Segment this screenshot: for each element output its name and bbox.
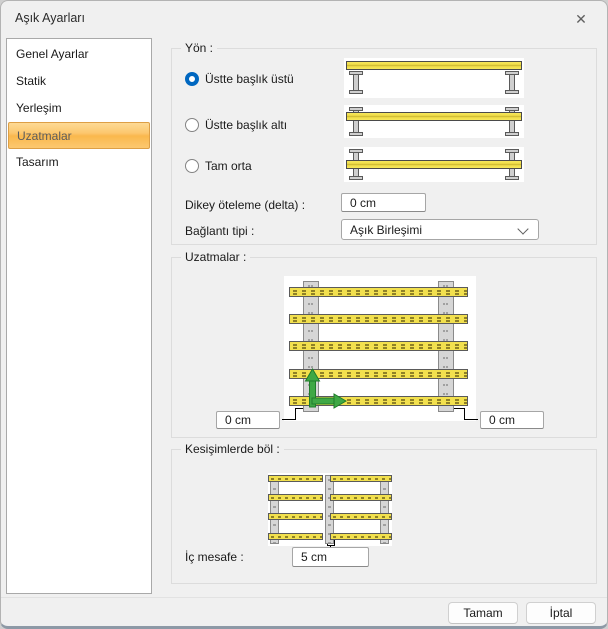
radio-ustte-baslik-alti[interactable]: Üstte başlık altı [185,117,287,133]
sidebar-item-tasarim[interactable]: Tasarım [7,149,151,176]
purlin-beam-icon [330,533,392,540]
title-bar: Aşık Ayarları ✕ [1,1,607,37]
radio-ustte-baslik-ustu[interactable]: Üstte başlık üstü [185,71,294,87]
radio-label: Üstte başlık altı [205,118,287,132]
ic-mesafe-label: İç mesafe : [185,550,244,564]
sidebar-item-statik[interactable]: Statik [7,68,151,95]
ok-button[interactable]: Tamam [448,602,518,624]
gap-marker-icon [327,545,335,546]
sidebar-item-uzatmalar[interactable]: Uzatmalar [8,122,150,149]
ibeam-icon [505,71,519,94]
illustration-top-flange-below [344,105,524,138]
ibeam-icon [349,71,363,94]
purlin-beam-icon [268,475,323,482]
radio-unselected-icon[interactable] [185,118,199,132]
illustration-top-flange-above [344,58,524,98]
extensions-illustration [284,276,476,421]
radio-unselected-icon[interactable] [185,159,199,173]
purlin-beam-icon [346,61,522,70]
chevron-down-icon [517,223,528,234]
sidebar-item-yerlesim[interactable]: Yerleşim [7,95,151,122]
close-icon[interactable]: ✕ [571,9,591,29]
radio-tam-orta[interactable]: Tam orta [185,158,252,174]
dialog-title: Aşık Ayarları [15,11,85,25]
kesisim-group-title: Kesişimlerde böl : [181,442,284,456]
purlin-beam-icon [268,494,323,501]
purlin-beam-icon [268,513,323,520]
radio-label: Üstte başlık üstü [205,72,294,86]
purlin-beam-icon [330,513,392,520]
delta-label: Dikey öteleme (delta) : [185,198,305,212]
axis-arrows-icon [284,276,476,421]
yon-group-title: Yön : [181,41,217,55]
split-at-intersections-illustration [268,473,392,546]
illustration-center [344,147,524,182]
connection-type-label: Bağlantı tipi : [185,224,254,238]
cancel-button[interactable]: İptal [526,602,596,624]
purlin-settings-dialog: Aşık Ayarları ✕ Genel Ayarlar Statik Yer… [0,0,608,629]
purlin-beam-icon [268,533,323,540]
purlin-beam-icon [346,112,522,121]
sidebar: Genel Ayarlar Statik Yerleşim Uzatmalar … [6,38,152,594]
left-extension-input[interactable] [216,411,280,429]
purlin-beam-icon [330,475,392,482]
connection-type-dropdown[interactable]: Aşık Birleşimi [341,219,539,240]
connection-type-value: Aşık Birleşimi [350,223,422,237]
radio-label: Tam orta [205,159,252,173]
footer-divider [1,597,607,598]
right-extension-input[interactable] [480,411,544,429]
radio-selected-icon[interactable] [185,72,199,86]
delta-input[interactable] [341,193,426,212]
purlin-beam-icon [330,494,392,501]
purlin-beam-icon [346,160,522,169]
uzatmalar-group-title: Uzatmalar : [181,250,250,264]
sidebar-item-genel-ayarlar[interactable]: Genel Ayarlar [7,41,151,68]
ic-mesafe-input[interactable] [292,547,369,567]
